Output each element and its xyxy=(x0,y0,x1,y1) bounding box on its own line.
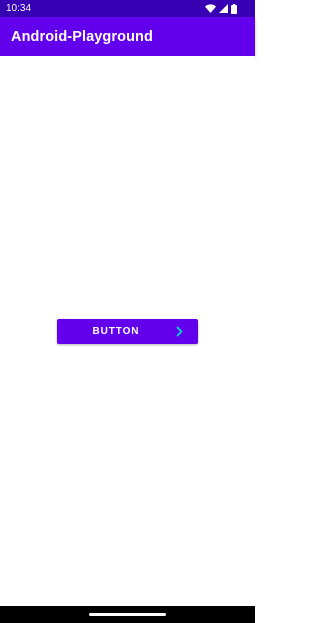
app-title: Android-Playground xyxy=(11,29,153,45)
wifi-icon xyxy=(205,4,216,13)
battery-icon xyxy=(231,3,237,14)
cell-signal-icon xyxy=(219,4,228,13)
app-bar: Android-Playground xyxy=(0,17,255,56)
main-button[interactable]: BUTTON xyxy=(57,319,198,344)
main-button-label: BUTTON xyxy=(92,326,140,337)
status-icons xyxy=(205,3,237,14)
chevron-right-icon xyxy=(176,326,183,337)
status-time: 10:34 xyxy=(6,3,32,14)
home-handle[interactable] xyxy=(89,613,166,616)
navigation-bar xyxy=(0,606,255,623)
status-bar: 10:34 xyxy=(0,0,255,17)
